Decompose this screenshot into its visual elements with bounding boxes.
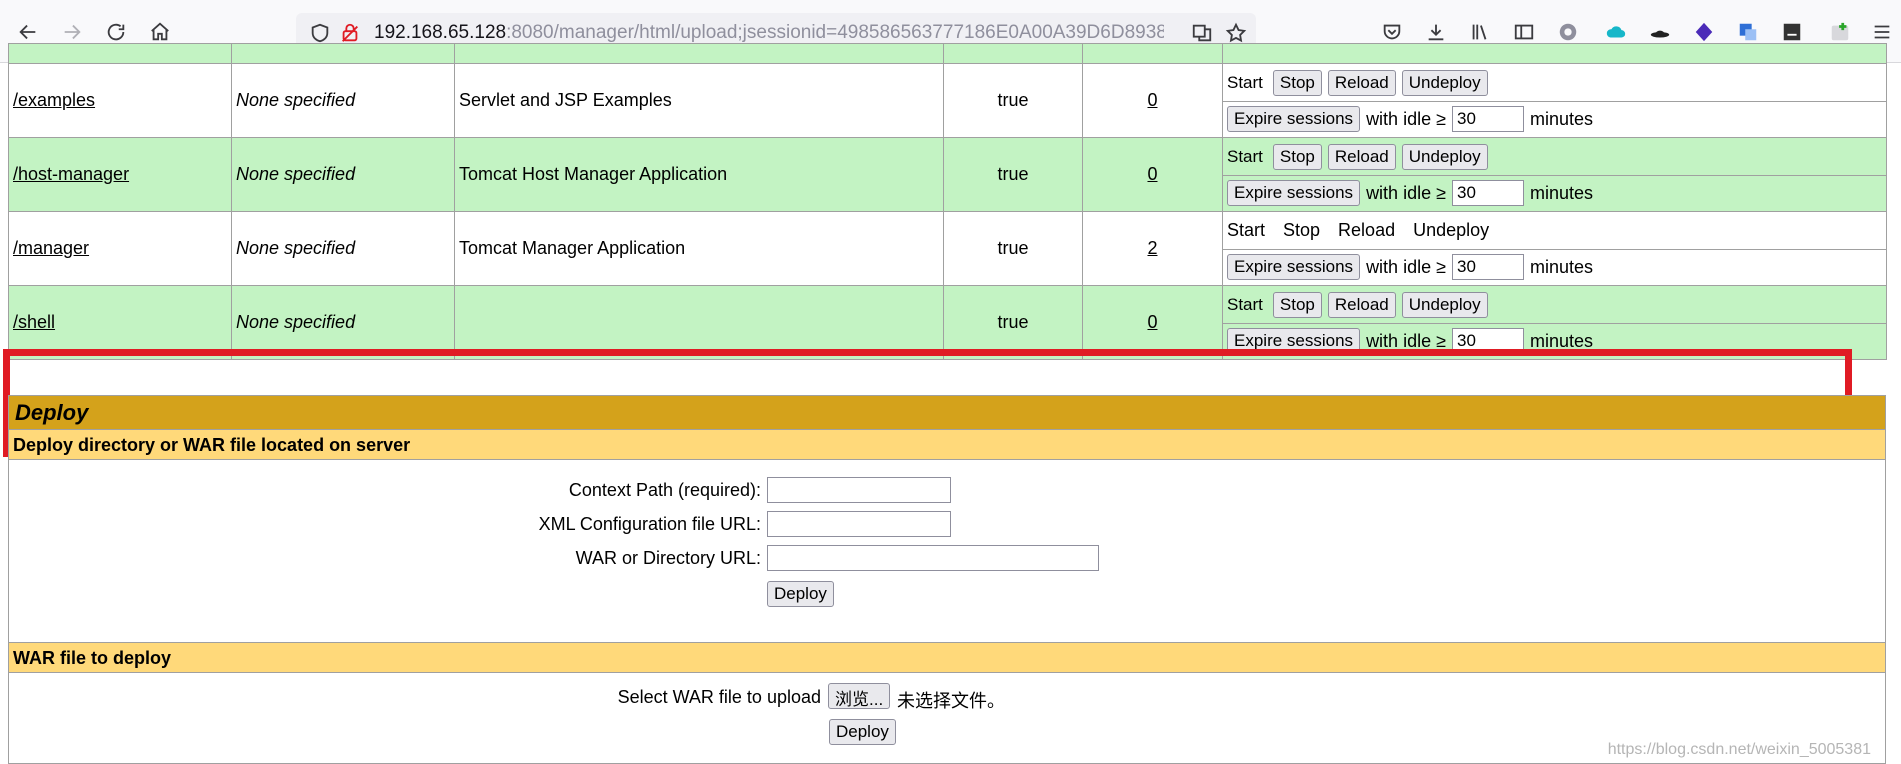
- minutes-label: minutes: [1529, 256, 1594, 277]
- with-idle-label: with idle ≥: [1366, 256, 1446, 277]
- app-display-name: Tomcat Manager Application: [459, 238, 686, 258]
- context-path-input[interactable]: [767, 477, 951, 503]
- with-idle-label: with idle ≥: [1366, 330, 1446, 351]
- reload-text: Reload: [1338, 220, 1396, 240]
- expire-sessions-row: Expire sessions with idle ≥ minutes: [1223, 174, 1886, 211]
- applications-table: /examples None specified Servlet and JSP…: [8, 43, 1887, 360]
- stop-text: Stop: [1283, 220, 1321, 240]
- app-display-name: Servlet and JSP Examples: [459, 90, 672, 110]
- browse-button[interactable]: 浏览...: [828, 683, 891, 709]
- deploy-war-button[interactable]: Deploy: [829, 719, 896, 745]
- idle-minutes-input[interactable]: [1451, 328, 1524, 354]
- app-running: true: [997, 312, 1029, 332]
- undeploy-text: Undeploy: [1413, 220, 1490, 240]
- expire-sessions-button[interactable]: Expire sessions: [1227, 254, 1361, 280]
- app-path-link[interactable]: /shell: [13, 312, 55, 332]
- app-path-link[interactable]: /manager: [13, 238, 89, 258]
- app-sessions-link[interactable]: 2: [1147, 238, 1157, 258]
- app-running: true: [997, 90, 1029, 110]
- expire-sessions-button[interactable]: Expire sessions: [1227, 180, 1361, 206]
- table-row-partial: [8, 43, 1887, 64]
- app-path-link[interactable]: /host-manager: [13, 164, 129, 184]
- start-text: Start: [1227, 220, 1266, 240]
- select-war-label: Select WAR file to upload: [617, 687, 821, 707]
- stop-button[interactable]: Stop: [1272, 291, 1322, 318]
- start-button[interactable]: Start: [1227, 70, 1267, 96]
- app-running: true: [997, 238, 1029, 258]
- app-version: None specified: [236, 238, 356, 258]
- expire-sessions-button[interactable]: Expire sessions: [1227, 106, 1361, 132]
- minutes-label: minutes: [1529, 108, 1594, 129]
- app-version: None specified: [236, 90, 356, 110]
- url-host: 192.168.65.128: [374, 22, 507, 43]
- url-path: :8080/manager/html/upload;jsessionid=498…: [506, 22, 1164, 43]
- deploy-server-button[interactable]: Deploy: [767, 581, 834, 607]
- app-sessions-link[interactable]: 0: [1147, 312, 1157, 332]
- minutes-label: minutes: [1529, 330, 1594, 351]
- with-idle-label: with idle ≥: [1366, 108, 1446, 129]
- context-path-label: Context Path (required):: [568, 480, 761, 500]
- war-dir-label: WAR or Directory URL:: [575, 548, 761, 568]
- app-sessions-link[interactable]: 0: [1147, 90, 1157, 110]
- watermark: https://blog.csdn.net/weixin_5005381: [1607, 741, 1871, 758]
- app-commands: Start Stop Reload Undeploy: [1223, 139, 1886, 175]
- reload-button[interactable]: Reload: [1327, 69, 1396, 96]
- stop-button[interactable]: Stop: [1272, 143, 1322, 170]
- deploy-title: Deploy: [9, 396, 1885, 430]
- expire-sessions-row: Expire sessions with idle ≥ minutes: [1223, 322, 1886, 359]
- server-deploy-header: Deploy directory or WAR file located on …: [9, 430, 1885, 460]
- app-version: None specified: [236, 164, 356, 184]
- undeploy-button[interactable]: Undeploy: [1401, 143, 1488, 170]
- xml-config-input[interactable]: [767, 511, 951, 537]
- minutes-label: minutes: [1529, 182, 1594, 203]
- table-row: /examples None specified Servlet and JSP…: [8, 63, 1887, 138]
- war-dir-input[interactable]: [767, 545, 1099, 571]
- app-sessions-link[interactable]: 0: [1147, 164, 1157, 184]
- reload-button[interactable]: Reload: [1327, 291, 1396, 318]
- app-version: None specified: [236, 312, 356, 332]
- with-idle-label: with idle ≥: [1366, 182, 1446, 203]
- expire-sessions-button[interactable]: Expire sessions: [1227, 328, 1361, 354]
- expire-sessions-row: Expire sessions with idle ≥ minutes: [1223, 248, 1886, 285]
- manager-page: /examples None specified Servlet and JSP…: [0, 43, 1901, 764]
- deploy-section: Deploy Deploy directory or WAR file loca…: [8, 395, 1886, 764]
- idle-minutes-input[interactable]: [1451, 180, 1524, 206]
- undeploy-button[interactable]: Undeploy: [1401, 69, 1488, 96]
- war-upload-header: WAR file to deploy: [9, 643, 1885, 673]
- xml-config-label: XML Configuration file URL:: [538, 514, 761, 534]
- app-commands: Start Stop Reload Undeploy: [1223, 213, 1886, 249]
- start-button[interactable]: Start: [1227, 292, 1267, 318]
- table-row: /host-manager None specified Tomcat Host…: [8, 137, 1887, 212]
- undeploy-button[interactable]: Undeploy: [1401, 291, 1488, 318]
- expire-sessions-row: Expire sessions with idle ≥ minutes: [1223, 100, 1886, 137]
- app-commands: Start Stop Reload Undeploy: [1223, 287, 1886, 323]
- war-upload-form: Select WAR file to upload 浏览... 未选择文件。 D…: [9, 673, 1885, 763]
- idle-minutes-input[interactable]: [1451, 106, 1524, 132]
- table-row: /shell None specified true 0 Start Stop …: [8, 285, 1887, 360]
- no-file-text: 未选择文件。: [897, 691, 1005, 711]
- app-commands: Start Stop Reload Undeploy: [1223, 65, 1886, 101]
- app-path-link[interactable]: /examples: [13, 90, 95, 110]
- app-display-name: Tomcat Host Manager Application: [459, 164, 728, 184]
- reload-button[interactable]: Reload: [1327, 143, 1396, 170]
- stop-button[interactable]: Stop: [1272, 69, 1322, 96]
- idle-minutes-input[interactable]: [1451, 254, 1524, 280]
- server-deploy-form: Context Path (required): XML Configurati…: [9, 460, 1885, 643]
- start-button[interactable]: Start: [1227, 144, 1267, 170]
- table-row: /manager None specified Tomcat Manager A…: [8, 211, 1887, 286]
- app-running: true: [997, 164, 1029, 184]
